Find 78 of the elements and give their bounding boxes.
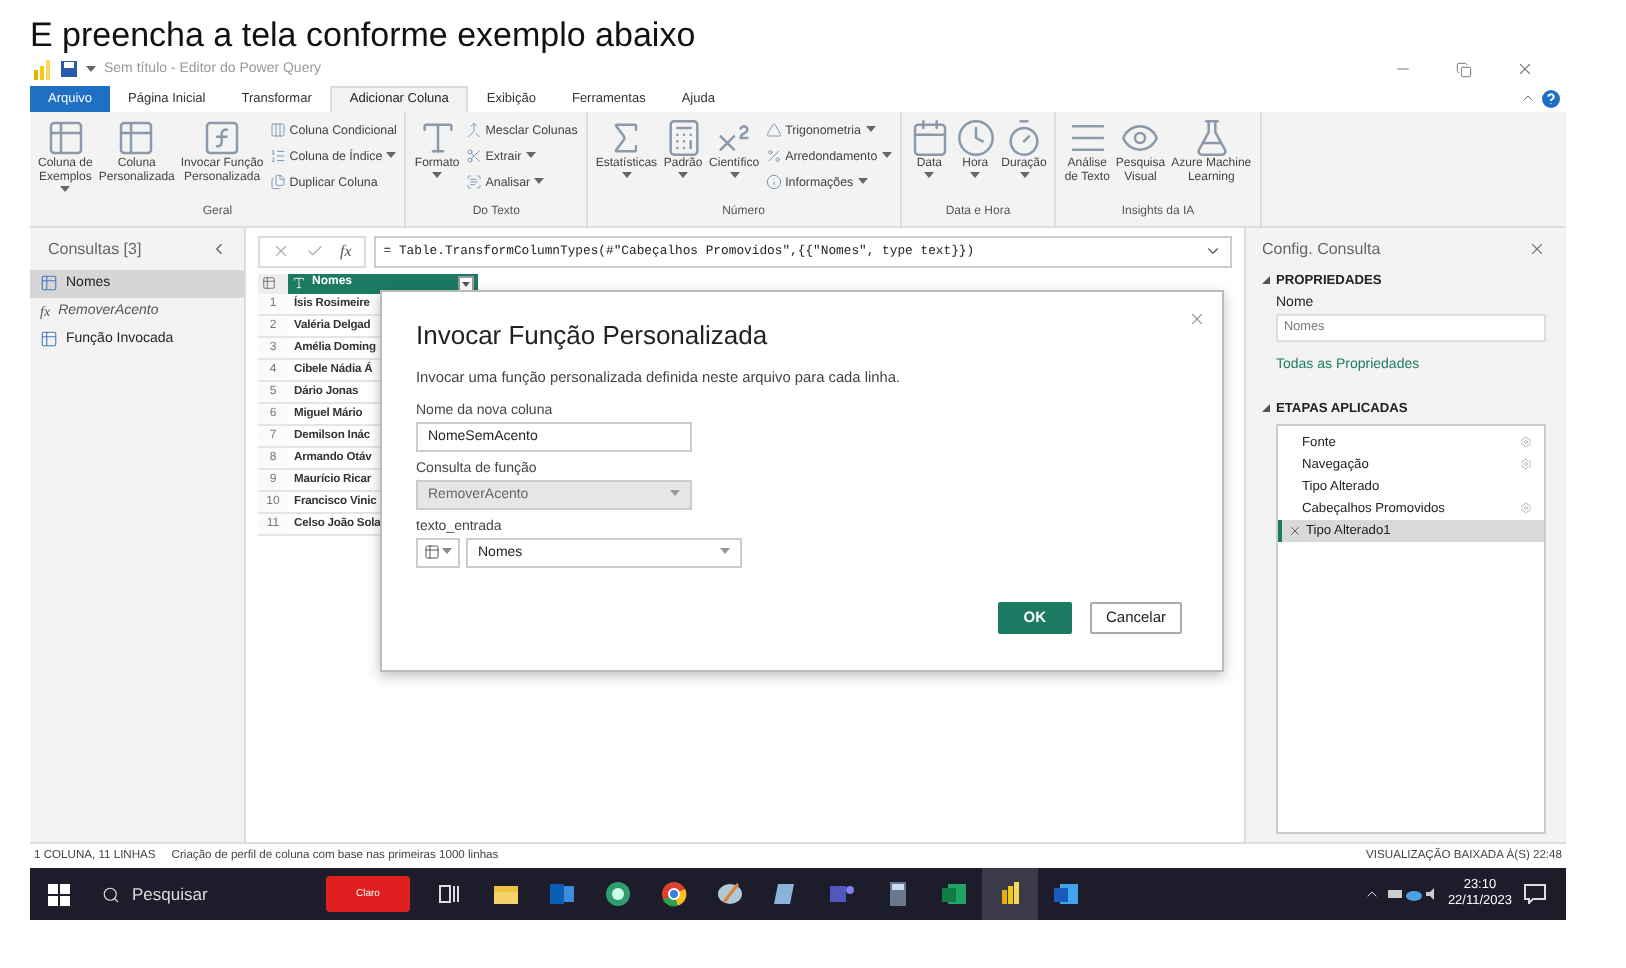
caret-icon: [442, 548, 452, 557]
caret-icon: [621, 171, 632, 180]
column-icon: [269, 122, 286, 139]
caret-icon: [881, 152, 892, 161]
search-field[interactable]: Pesquisar: [86, 868, 326, 920]
team-chat-icon: [828, 880, 856, 908]
folder-icon: [492, 880, 520, 908]
close-icon[interactable]: [1516, 60, 1534, 79]
collapse-icon[interactable]: [1262, 404, 1270, 413]
table-icon: [45, 117, 86, 158]
gear-icon: [1520, 502, 1532, 515]
caret-icon: [720, 548, 730, 557]
caret-icon: [432, 171, 443, 180]
mail-app-icon: [548, 880, 576, 908]
slide-heading: E preencha a tela conforme exemplo abaixo: [28, 14, 698, 54]
notification-icon[interactable]: [1524, 884, 1546, 904]
parse-icon: [465, 174, 482, 191]
close-icon[interactable]: [1188, 309, 1206, 328]
clock-icon: [955, 117, 996, 158]
task-view-icon: [436, 880, 464, 908]
info-icon: [765, 174, 782, 191]
palette-icon: [716, 880, 744, 908]
table-icon: [40, 330, 58, 349]
collapse-icon[interactable]: [210, 239, 228, 258]
browser-icon: [660, 880, 688, 908]
text-type-icon: [292, 276, 306, 291]
caret-icon: [1019, 171, 1029, 180]
caret-icon: [857, 178, 868, 187]
caret-icon: [670, 490, 680, 499]
caret-icon: [678, 171, 689, 180]
function-label[interactable]: fx: [340, 242, 352, 261]
delete-icon: [1288, 523, 1302, 538]
table-menu-icon[interactable]: [262, 276, 276, 291]
tray-icon[interactable]: [1387, 886, 1436, 902]
bar-chart-icon: [996, 880, 1024, 908]
stopwatch-icon: [1004, 117, 1044, 158]
help-icon[interactable]: [1542, 89, 1560, 108]
extract-icon: [465, 148, 482, 165]
triangle-icon: [765, 122, 782, 139]
collapse-icon[interactable]: [1262, 276, 1270, 285]
gear-icon: [1520, 436, 1532, 449]
duplicate-icon: [269, 174, 286, 191]
caret-icon: [924, 171, 935, 180]
restore-icon[interactable]: [1456, 61, 1472, 78]
caret-icon: [534, 178, 545, 187]
panel-title: Config. Consulta: [1262, 239, 1381, 258]
taskbar-app[interactable]: [982, 868, 1038, 920]
bar-chart-icon: [34, 59, 52, 80]
caret-icon: [865, 126, 876, 135]
tray-caret-icon[interactable]: [1363, 886, 1380, 902]
dropdown-icon[interactable]: [458, 275, 474, 292]
text-format-icon: [417, 117, 458, 158]
search-icon: [102, 885, 120, 903]
type-button[interactable]: [416, 537, 460, 568]
document-icon: [1052, 880, 1080, 908]
function-icon: [202, 117, 243, 158]
merge-icon: [465, 122, 482, 139]
panel-title: Consultas [3]: [48, 239, 142, 258]
table-icon: [40, 274, 58, 293]
windows-logo-icon[interactable]: [47, 883, 69, 905]
index-icon: [269, 148, 286, 165]
table-icon: [424, 544, 440, 561]
spreadsheet-icon: [940, 880, 968, 908]
gear-icon: [1520, 458, 1532, 471]
caret-icon: [386, 152, 397, 161]
caret-icon: [86, 65, 96, 74]
calculator-icon: [663, 117, 704, 158]
flask-icon: [1191, 117, 1232, 158]
caret-icon: [970, 171, 981, 180]
calculator-icon: [884, 880, 912, 908]
save-icon[interactable]: [60, 60, 78, 79]
rounding-icon: [765, 148, 782, 165]
caret-icon: [729, 171, 740, 180]
close-icon[interactable]: [1528, 239, 1546, 258]
calendar-icon: [909, 117, 950, 158]
table-icon: [116, 117, 157, 158]
caret-icon: [525, 152, 536, 161]
caret-icon: [60, 185, 71, 194]
